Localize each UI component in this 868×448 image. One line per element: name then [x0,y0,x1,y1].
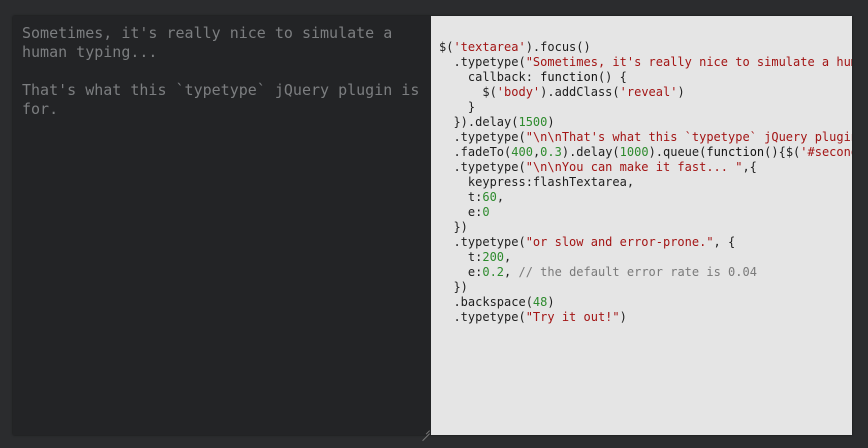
code-token: ).addClass( [540,85,620,99]
code-line: .typetype("Try it out!") [439,310,852,325]
code-token: 60 [482,190,497,204]
code-token: 'textarea' [453,40,526,54]
code-token: callback: [439,70,541,84]
code-line: t:200, [439,250,852,265]
typing-textarea[interactable]: Sometimes, it's really nice to simulate … [22,24,422,419]
code-token: ,{ [742,160,757,174]
code-token: $( [439,85,497,99]
code-token: t: [439,190,483,204]
code-line: .backspace(48) [439,295,852,310]
code-token: , { [713,235,736,249]
typing-pane: Sometimes, it's really nice to simulate … [13,16,431,435]
code-token: .typetype( [439,235,526,249]
code-token: () { [597,70,627,84]
code-token: ).focus() [525,40,591,54]
code-token: $( [439,40,454,54]
code-token: .typetype( [439,310,526,324]
code-pane: $('textarea').focus() .typetype("Sometim… [431,16,852,435]
code-token: keypress:flashTextarea, [439,175,635,189]
code-token: 1000 [619,145,649,159]
code-token: '#secondBox' [800,145,852,159]
code-token: e: [439,205,483,219]
code-token: 0.2 [482,265,505,279]
code-line: }).delay(1500) [439,115,852,130]
code-line: $('textarea').focus() [439,40,852,55]
code-token: .typetype( [439,130,526,144]
code-token: , [504,265,519,279]
code-token: 'body' [496,85,541,99]
code-token: (){$( [764,145,801,159]
code-token: "Sometimes, it's really nice to simulate… [525,55,852,69]
code-token: 200 [482,250,505,264]
code-token: .typetype( [439,55,526,69]
code-line: }) [439,280,852,295]
code-line: t:60, [439,190,852,205]
code-token: , [504,250,512,264]
code-line: .typetype("Sometimes, it's really nice t… [439,55,852,70]
code-line: e:0.2, // the default error rate is 0.04 [439,265,852,280]
code-token: }) [439,280,468,294]
code-token: "Try it out!" [525,310,620,324]
code-line: }) [439,220,852,235]
code-token: }).delay( [439,115,519,129]
code-token: 400 [511,145,533,159]
code-token: ).delay( [561,145,620,159]
code-line: e:0 [439,205,852,220]
code-token: "\n\nThat's what this `typetype` jQuery … [525,130,852,144]
code-block: $('textarea').focus() .typetype("Sometim… [439,40,852,325]
code-token: t: [439,250,483,264]
code-token: .typetype( [439,160,526,174]
code-token: "\n\nYou can make it fast... " [525,160,743,174]
code-token: 'reveal' [619,85,678,99]
code-line: callback: function() { [439,70,852,85]
code-token: .fadeTo( [439,145,512,159]
code-token: ) [547,295,555,309]
code-token: e: [439,265,483,279]
resize-handle[interactable] [422,426,430,434]
code-token: .backspace( [439,295,533,309]
code-line: .typetype("\n\nThat's what this `typetyp… [439,130,852,145]
code-token: 0 [482,205,490,219]
code-token: function [540,70,598,84]
code-line: } [439,100,852,115]
code-token: 1500 [518,115,548,129]
code-token: ) [677,85,685,99]
code-token: ) [619,310,627,324]
code-line: $('body').addClass('reveal') [439,85,852,100]
code-token: 48 [532,295,548,309]
code-token: } [439,100,476,114]
code-line: .fadeTo(400,0.3).delay(1000).queue(funct… [439,145,852,160]
code-token: 0.3 [540,145,562,159]
demo-frame: Sometimes, it's really nice to simulate … [13,16,852,435]
code-token: ) [547,115,555,129]
code-token: }) [439,220,468,234]
code-token: function [706,145,765,159]
code-line: .typetype("\n\nYou can make it fast... "… [439,160,852,175]
code-line: keypress:flashTextarea, [439,175,852,190]
code-token: ).queue( [648,145,707,159]
code-line: .typetype("or slow and error-prone.", { [439,235,852,250]
code-token: // the default error rate is 0.04 [518,265,757,279]
code-token: , [496,190,505,204]
code-token: "or slow and error-prone." [525,235,714,249]
